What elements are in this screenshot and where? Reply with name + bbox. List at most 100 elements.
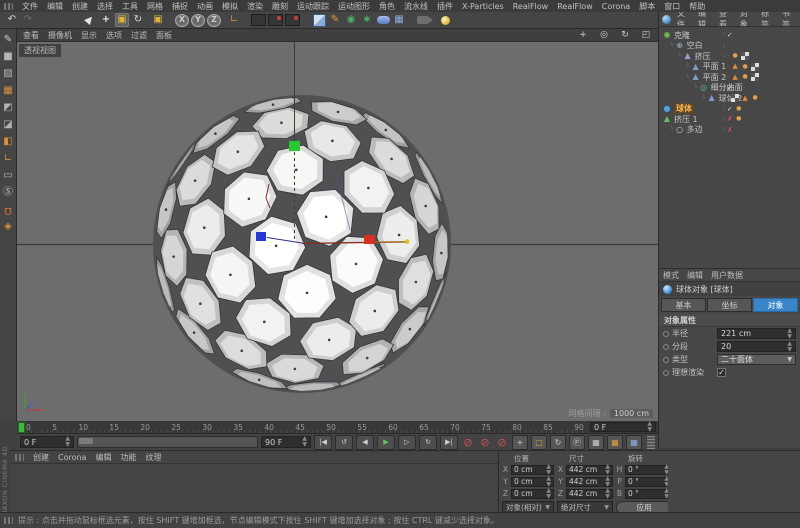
object-label[interactable]: 多边 [687,124,703,135]
enabled-check-icon[interactable]: ✓ [727,105,733,113]
transport-grip[interactable] [647,436,655,449]
prev-frame-button[interactable]: ◀ [356,435,374,450]
menu-item-1[interactable]: 编辑 [47,1,63,12]
material-menu-3[interactable]: 功能 [120,452,136,463]
make-editable-button[interactable]: ✎ [1,33,15,47]
z-axis-lock[interactable]: Z [207,14,221,27]
menu-item-5[interactable]: 网格 [147,1,163,12]
attribute-dropdown-2[interactable]: 二十面体▼ [717,354,796,365]
object-manager-menu-0[interactable]: 文件 [677,12,692,27]
menu-item-15[interactable]: 插件 [437,1,453,12]
menu-item-10[interactable]: 雕刻 [272,1,288,12]
viewport-menu-1[interactable]: 摄像机 [48,30,72,41]
maximize-view-icon[interactable]: ◰ [640,30,652,41]
scale-tool[interactable]: ▣ [115,13,129,27]
anim-dot-icon[interactable] [663,357,669,363]
magnet-button[interactable]: Ω [1,203,15,217]
attribute-menu-2[interactable]: 用户数据 [711,270,743,281]
enabled-check-icon[interactable]: ✓ [727,31,733,39]
menu-item-2[interactable]: 创建 [72,1,88,12]
enabled-check-icon[interactable]: ✓ [727,84,733,92]
undo-button[interactable]: ↶ [5,13,19,27]
menu-item-13[interactable]: 角色 [379,1,395,12]
timeline-range-slider[interactable] [77,436,258,448]
object-manager-menu-3[interactable]: 对象 [740,12,755,27]
move-tool[interactable]: + [99,13,113,27]
disabled-x-icon[interactable]: ✗ [727,126,733,134]
camera-button[interactable] [416,13,430,27]
object-row-9[interactable]: └○多边∶✗ [659,125,800,136]
loop-button[interactable]: ↻ [419,435,437,450]
checker-tag-icon[interactable] [751,73,759,81]
enable-toggle-icon[interactable]: · [727,42,729,50]
viewport[interactable]: 查看摄像机显示选项过滤面板+◎↻◰ 透视视图 网格间隔 : 1000 cm [17,29,658,421]
menu-item-7[interactable]: 动画 [197,1,213,12]
current-frame-marker[interactable] [18,422,25,433]
enable-toggle-icon[interactable]: · [727,94,729,102]
points-mode-button[interactable]: ◩ [1,101,15,115]
object-row-5[interactable]: └◎细分曲面∶✓ [659,83,800,94]
key-scale-button[interactable]: □ [531,435,547,450]
visibility-dots-icon[interactable]: ∶ [723,63,725,71]
object-label[interactable]: 克隆 [674,30,690,41]
range-slider-handle[interactable] [79,438,93,444]
autokey-button[interactable]: ⊘ [478,436,492,449]
menu-item-12[interactable]: 运动图形 [338,1,370,12]
menu-item-4[interactable]: 工具 [122,1,138,12]
enable-toggle-icon[interactable]: · [727,52,729,60]
tab-坐标[interactable]: 坐标 [707,298,752,312]
object-row-4[interactable]: └▲平面 2∶·▲● [659,72,800,83]
enable-toggle-icon[interactable]: · [727,73,729,81]
deformer-button[interactable] [376,13,390,27]
coord-input-尺寸-X[interactable]: 442 cm▲▼ [566,465,613,475]
viewport-menu-3[interactable]: 选项 [106,30,122,41]
coord-input-旋转-H[interactable]: 0 °▲▼ [625,465,672,475]
key-position-button[interactable]: + [512,435,528,450]
range-end-field[interactable]: 90 F▲▼ [261,436,311,448]
object-row-6[interactable]: └▲球体 2∶·▲● [659,93,800,104]
menu-item-0[interactable]: 文件 [22,1,38,12]
x-axis-lock[interactable]: X [175,14,189,27]
dot-tag-icon[interactable]: ● [751,94,759,102]
key-rotation-button[interactable]: ↻ [550,435,566,450]
menu-item-22[interactable]: 帮助 [689,1,705,12]
object-label[interactable]: 挤压 [695,51,711,62]
object-manager-menu-4[interactable]: 标签 [761,12,776,27]
viewport-menu-4[interactable]: 过滤 [131,30,147,41]
visibility-dots-icon[interactable]: ∶ [723,84,725,92]
material-menu-4[interactable]: 纹理 [145,452,161,463]
menu-item-17[interactable]: RealFlow [513,2,549,11]
menu-item-14[interactable]: 流水线 [404,1,428,12]
key-pla-button[interactable]: ▦ [588,435,604,450]
rotate-view-icon[interactable]: ↻ [619,30,631,41]
redo-button[interactable]: ↷ [21,13,35,27]
y-axis-lock[interactable]: Y [191,14,205,27]
menu-item-21[interactable]: 窗口 [664,1,680,12]
checker-tag-icon[interactable] [731,94,739,102]
record-options-button[interactable]: ⊘ [495,436,509,449]
object-row-2[interactable]: └▲挤压∶·● [659,51,800,62]
attribute-menu-0[interactable]: 模式 [663,270,679,281]
texture-mode-button[interactable]: ▨ [1,67,15,81]
attribute-checkbox-3[interactable]: ✓ [717,368,726,377]
visibility-dots-icon[interactable]: ∶ [723,115,725,123]
object-manager-tree[interactable]: ◉克隆∶✓└⊕空白∶·└▲挤压∶·●└▲平面 1∶·▲●└▲平面 2∶·▲●└◎… [659,27,800,262]
material-menu-0[interactable]: 创建 [33,452,49,463]
frame-stepper-icon[interactable]: ▲▼ [647,421,652,433]
menu-item-3[interactable]: 选择 [97,1,113,12]
dot-tag-icon[interactable]: ● [735,115,743,123]
play-button[interactable]: ▶ [377,435,395,450]
spline-pen-button[interactable]: ✎ [328,13,342,27]
tab-对象[interactable]: 对象 [753,298,798,312]
edges-mode-button[interactable]: ◪ [1,118,15,132]
keyframe-selection-button[interactable]: ▦ [607,435,623,450]
coord-input-尺寸-Y[interactable]: 442 cm▲▼ [566,477,613,487]
viewport-canvas[interactable]: 透视视图 网格间隔 : 1000 cm [17,42,658,421]
object-manager-menu-1[interactable]: 编辑 [698,12,713,27]
range-start-field[interactable]: 0 F▲▼ [20,436,74,448]
last-used-tool[interactable]: ▣ [151,13,165,27]
visibility-dots-icon[interactable]: ∶ [723,105,725,113]
coord-input-旋转-P[interactable]: 0 °▲▼ [625,477,672,487]
visibility-dots-icon[interactable]: ∶ [723,52,725,60]
menu-item-18[interactable]: RealFlow [557,2,593,11]
